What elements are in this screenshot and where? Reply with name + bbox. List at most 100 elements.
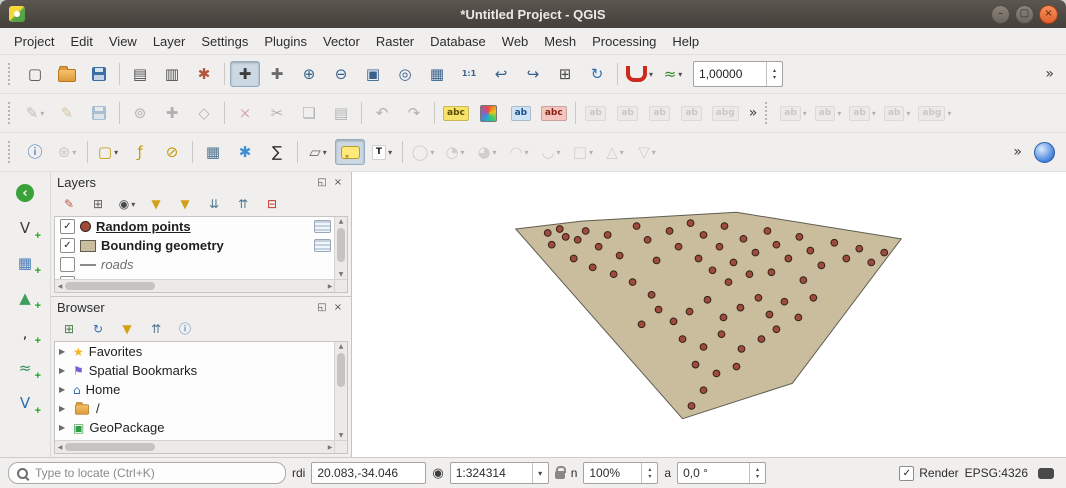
random-point-feature[interactable] xyxy=(700,344,707,351)
random-point-feature[interactable] xyxy=(881,249,888,256)
messages-icon[interactable] xyxy=(1038,468,1054,479)
random-point-feature[interactable] xyxy=(595,243,602,250)
show-hide-labels-button[interactable]: ab xyxy=(613,100,643,126)
browser-item-geopackage[interactable]: ▶▣GeoPackage xyxy=(55,418,335,437)
spin-stepper[interactable]: ▴▾ xyxy=(641,463,657,483)
crs-status[interactable]: EPSG:4326 xyxy=(965,466,1028,480)
scrollbar-thumb[interactable] xyxy=(337,228,345,262)
random-point-feature[interactable] xyxy=(582,228,589,235)
new-print-layout-button[interactable]: ▤ xyxy=(125,61,155,87)
browser-item-root[interactable]: ▶/ xyxy=(55,399,335,418)
layer-row[interactable]: ✓Random points xyxy=(55,217,335,236)
scrollbar-thumb[interactable] xyxy=(65,443,155,451)
random-point-feature[interactable] xyxy=(800,277,807,284)
panel-float-button[interactable]: ◱ xyxy=(315,300,329,314)
data-source-manager-button[interactable]: ‹ xyxy=(10,180,40,206)
bounding-geometry-feature[interactable] xyxy=(516,212,901,418)
toolbar-drag-handle[interactable] xyxy=(8,63,14,85)
label-move-dropdown-button[interactable]: ab▾ xyxy=(846,100,879,126)
rotate-label-button[interactable]: ab xyxy=(677,100,707,126)
metasearch-button[interactable] xyxy=(1029,139,1059,165)
scale-combobox[interactable]: 1:324314 ▾ xyxy=(450,462,549,484)
toggle-editing-button[interactable]: ✎ xyxy=(52,100,82,126)
vertex-tool-button[interactable]: ◇ xyxy=(189,100,219,126)
random-point-feature[interactable] xyxy=(773,326,780,333)
random-point-feature[interactable] xyxy=(818,262,825,269)
move-label-button[interactable]: ab xyxy=(645,100,675,126)
layer-visibility-checkbox[interactable] xyxy=(60,257,75,272)
random-point-feature[interactable] xyxy=(766,311,773,318)
spin-stepper[interactable]: ▴▾ xyxy=(766,62,782,86)
layer-labeling-button[interactable]: abc xyxy=(440,100,472,126)
browser-properties-button[interactable]: ⓘ xyxy=(172,318,198,340)
random-point-feature[interactable] xyxy=(856,245,863,252)
random-point-feature[interactable] xyxy=(868,259,875,266)
random-point-feature[interactable] xyxy=(843,255,850,262)
toolbar-overflow-button[interactable]: » xyxy=(743,103,764,123)
spin-up-icon[interactable]: ▴ xyxy=(756,466,759,473)
expand-chevron-icon[interactable]: ▶ xyxy=(59,347,68,356)
open-layer-styling-button[interactable]: ✎ xyxy=(56,193,82,215)
highlight-pinned-labels-button[interactable]: abc xyxy=(538,100,570,126)
random-point-feature[interactable] xyxy=(616,252,623,259)
toolbar-overflow-button[interactable]: » xyxy=(1007,142,1028,162)
label-change-dropdown-button[interactable]: abg▾ xyxy=(915,100,954,126)
random-point-feature[interactable] xyxy=(718,331,725,338)
random-point-feature[interactable] xyxy=(785,255,792,262)
random-point-feature[interactable] xyxy=(544,230,551,237)
random-point-feature[interactable] xyxy=(704,296,711,303)
scroll-left-icon[interactable]: ◀ xyxy=(55,283,65,290)
undo-button[interactable]: ↶ xyxy=(367,100,397,126)
random-point-feature[interactable] xyxy=(655,306,662,313)
tracing-offset-spinbox[interactable]: 1,00000▴▾ xyxy=(693,61,783,87)
redo-button[interactable]: ↷ xyxy=(399,100,429,126)
draw-circle-center-button[interactable]: ◕▾ xyxy=(472,139,502,165)
random-point-feature[interactable] xyxy=(738,346,745,353)
new-map-view-button[interactable]: ⊞ xyxy=(550,61,580,87)
random-point-feature[interactable] xyxy=(720,314,727,321)
draw-ellipse-button[interactable]: ◡▾ xyxy=(536,139,566,165)
scrollbar-thumb[interactable] xyxy=(65,282,155,290)
toolbar-drag-handle[interactable] xyxy=(8,102,14,124)
label-placement-options-button[interactable]: ab xyxy=(506,100,536,126)
refresh-map-button[interactable]: ↻ xyxy=(582,61,612,87)
filter-legend-button[interactable]: ▼ xyxy=(143,193,169,215)
layer-diagrams-button[interactable] xyxy=(474,100,504,126)
random-point-feature[interactable] xyxy=(574,236,581,243)
add-selected-layers-button[interactable]: ⊞ xyxy=(56,318,82,340)
random-point-feature[interactable] xyxy=(795,314,802,321)
expand-chevron-icon[interactable]: ▶ xyxy=(59,366,68,375)
pan-map-button[interactable]: ✚ xyxy=(230,61,260,87)
layer-row[interactable]: ✓Bounding geometry xyxy=(55,236,335,255)
panel-close-button[interactable]: × xyxy=(331,300,345,314)
random-point-feature[interactable] xyxy=(716,243,723,250)
random-point-feature[interactable] xyxy=(644,236,651,243)
cut-features-button[interactable]: ✂ xyxy=(262,100,292,126)
random-point-feature[interactable] xyxy=(679,336,686,343)
menu-vector[interactable]: Vector xyxy=(315,31,368,52)
random-point-feature[interactable] xyxy=(548,241,555,248)
select-features-button[interactable]: ▢▾ xyxy=(93,139,123,165)
render-toggle[interactable]: ✓ Render xyxy=(899,466,958,481)
zoom-to-selection-button[interactable]: ◎ xyxy=(390,61,420,87)
rotation-spinbox[interactable]: 0,0 ° ▴▾ xyxy=(677,462,766,484)
coordinate-input[interactable]: 20.083,-34.046 xyxy=(311,462,426,484)
random-point-feature[interactable] xyxy=(781,298,788,305)
vertical-scrollbar[interactable]: ▲ ▼ xyxy=(334,217,347,280)
copy-features-button[interactable]: ❏ xyxy=(294,100,324,126)
menu-plugins[interactable]: Plugins xyxy=(256,31,315,52)
random-point-feature[interactable] xyxy=(700,387,707,394)
magnifier-spinbox[interactable]: 100% ▴▾ xyxy=(583,462,658,484)
expand-chevron-icon[interactable]: ▶ xyxy=(59,423,68,432)
random-point-feature[interactable] xyxy=(810,294,817,301)
random-point-feature[interactable] xyxy=(725,279,732,286)
render-checkbox[interactable]: ✓ xyxy=(899,466,914,481)
random-point-feature[interactable] xyxy=(764,228,771,235)
menu-mesh[interactable]: Mesh xyxy=(536,31,584,52)
zoom-native-button[interactable]: 1:1 xyxy=(454,61,484,87)
pan-map-to-selection-button[interactable]: ✚ xyxy=(262,61,292,87)
label-rotate-dropdown-button[interactable]: ab▾ xyxy=(881,100,914,126)
random-point-feature[interactable] xyxy=(700,232,707,239)
filter-legend-by-expression-button[interactable]: ▼ xyxy=(172,193,198,215)
spin-up-icon[interactable]: ▴ xyxy=(773,67,776,74)
